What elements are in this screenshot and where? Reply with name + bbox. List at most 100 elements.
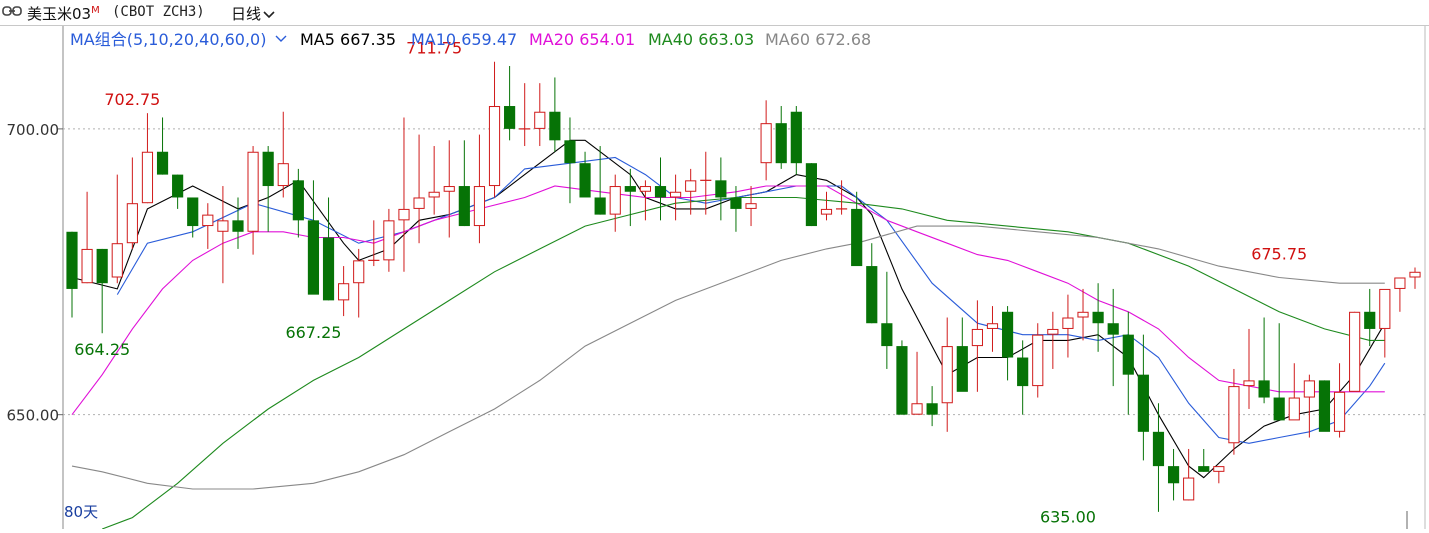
candle-body-down xyxy=(715,180,727,198)
candle[interactable] xyxy=(624,168,636,227)
candle-body-up xyxy=(428,191,440,198)
candle[interactable] xyxy=(428,146,440,215)
chevron-down-icon[interactable] xyxy=(275,35,287,42)
candle[interactable] xyxy=(458,140,470,227)
candle[interactable] xyxy=(820,191,833,221)
candle[interactable] xyxy=(247,146,259,255)
legend-ma60: MA60 672.68 xyxy=(765,30,871,49)
candle[interactable] xyxy=(1137,334,1149,461)
candle[interactable] xyxy=(1318,380,1331,432)
candle[interactable] xyxy=(141,113,154,204)
legend-ma40: MA40 663.03 xyxy=(648,30,754,49)
candle[interactable] xyxy=(1167,448,1180,501)
candle[interactable] xyxy=(443,140,455,238)
candle[interactable] xyxy=(262,146,274,232)
candle[interactable] xyxy=(1092,283,1104,352)
candle[interactable] xyxy=(911,351,923,415)
candle[interactable] xyxy=(1394,277,1406,312)
candle-body-down xyxy=(1167,466,1180,484)
candle-body-down xyxy=(307,220,320,295)
candle[interactable] xyxy=(1077,288,1089,341)
link-icon[interactable] xyxy=(2,3,22,23)
candle[interactable] xyxy=(926,386,938,427)
candle[interactable] xyxy=(126,157,138,249)
candle[interactable] xyxy=(1122,311,1134,415)
candle-body-down xyxy=(262,151,274,187)
candle[interactable] xyxy=(594,146,606,215)
candle[interactable] xyxy=(715,157,727,221)
candle[interactable] xyxy=(896,340,908,415)
candle[interactable] xyxy=(111,174,123,284)
candle[interactable] xyxy=(1349,311,1361,392)
candle-body-down xyxy=(881,323,893,347)
candle[interactable] xyxy=(654,157,667,221)
candle[interactable] xyxy=(156,117,169,175)
ma-legend[interactable]: MA组合(5,10,20,40,60,0) MA5 667.35 MA10 659.… xyxy=(70,30,871,49)
candle[interactable] xyxy=(383,208,395,272)
candle[interactable] xyxy=(790,106,802,175)
candle[interactable] xyxy=(338,266,350,317)
candle[interactable] xyxy=(986,306,999,352)
candle[interactable] xyxy=(398,117,410,272)
candle[interactable] xyxy=(805,163,817,227)
candle[interactable] xyxy=(1258,317,1270,404)
candle[interactable] xyxy=(1379,288,1391,358)
candle[interactable] xyxy=(639,180,651,221)
candle[interactable] xyxy=(66,231,78,318)
candle[interactable] xyxy=(1183,448,1195,501)
candle[interactable] xyxy=(368,220,380,267)
candle[interactable] xyxy=(685,168,697,215)
candle[interactable] xyxy=(277,111,289,198)
candle[interactable] xyxy=(1107,288,1119,387)
candle[interactable] xyxy=(232,197,244,249)
chart-area[interactable]: 700.00 650.00 702.75 711.75 664.25 667.25 635… xyxy=(0,26,1429,530)
candle-body-down xyxy=(549,111,561,141)
candle[interactable] xyxy=(1228,368,1240,455)
ma-lines xyxy=(71,139,1386,530)
candle[interactable] xyxy=(609,174,621,232)
candle[interactable] xyxy=(1198,448,1210,472)
candle[interactable] xyxy=(670,174,682,221)
candle[interactable] xyxy=(1001,306,1014,381)
candle[interactable] xyxy=(187,197,199,238)
candle[interactable] xyxy=(745,186,757,227)
candle[interactable] xyxy=(564,117,576,204)
candle[interactable] xyxy=(307,180,320,295)
candle[interactable] xyxy=(1273,323,1285,421)
candle[interactable] xyxy=(866,243,878,324)
candle[interactable] xyxy=(971,300,983,392)
candle[interactable] xyxy=(519,83,531,147)
candle[interactable] xyxy=(730,186,742,232)
candle[interactable] xyxy=(881,271,893,369)
candle[interactable] xyxy=(549,77,561,152)
candle[interactable] xyxy=(81,191,93,284)
candle[interactable] xyxy=(956,317,968,392)
candle[interactable] xyxy=(488,61,501,198)
candle[interactable] xyxy=(1303,374,1315,438)
candle[interactable] xyxy=(700,151,712,215)
candle[interactable] xyxy=(1152,403,1165,512)
candle[interactable] xyxy=(96,248,108,334)
candle[interactable] xyxy=(760,100,772,181)
period-dropdown[interactable]: 日线 xyxy=(231,3,275,24)
candle[interactable] xyxy=(1213,466,1225,484)
candle[interactable] xyxy=(1409,267,1421,289)
candle[interactable] xyxy=(1364,288,1376,347)
candle[interactable] xyxy=(1333,363,1346,438)
candle-body-up xyxy=(1349,311,1361,392)
candle-body-down xyxy=(805,163,817,227)
candle[interactable] xyxy=(1062,294,1074,358)
candle[interactable] xyxy=(473,134,486,244)
candle[interactable] xyxy=(534,83,546,147)
candle-body-up xyxy=(820,208,833,215)
candle[interactable] xyxy=(775,106,787,169)
candle[interactable] xyxy=(1243,328,1255,409)
candle[interactable] xyxy=(172,174,184,209)
candle[interactable] xyxy=(292,168,304,238)
candle[interactable] xyxy=(217,186,229,284)
ma-selector-dropdown[interactable]: MA组合(5,10,20,40,60,0) xyxy=(70,30,266,49)
candle-body-up xyxy=(443,186,455,192)
candle[interactable] xyxy=(579,151,591,198)
candle[interactable] xyxy=(322,197,335,301)
candlestick-chart[interactable]: 700.00650.00 702.75711.75664.25667.25635… xyxy=(0,26,1429,530)
